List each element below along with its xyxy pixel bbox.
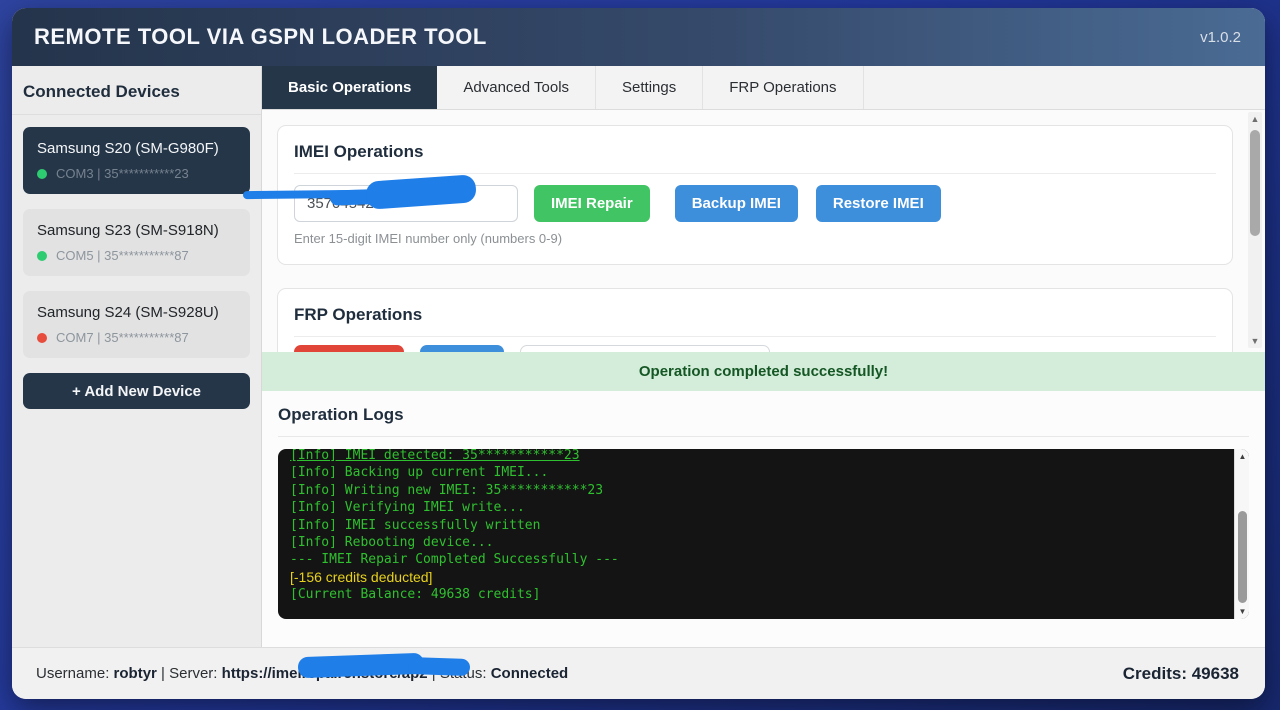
device-detail-text: COM3 | 35***********23	[56, 166, 189, 181]
operation-logs-section: Operation Logs [Info] IMEI detected: 35*…	[262, 391, 1265, 647]
connected-devices-sidebar: Connected Devices Samsung S20 (SM-G980F)…	[12, 66, 262, 647]
log-terminal: [Info] IMEI detected: 35***********23 [I…	[278, 449, 1249, 619]
device-detail-text: COM5 | 35***********87	[56, 248, 189, 263]
scrollbar-thumb[interactable]	[1250, 130, 1260, 236]
credits-value: 49638	[1191, 663, 1239, 683]
scroll-up-arrow-icon[interactable]: ▲	[1235, 452, 1249, 461]
frp-operations-title: FRP Operations	[294, 305, 1216, 337]
tab-advanced-tools[interactable]: Advanced Tools	[437, 66, 597, 109]
backup-imei-button[interactable]: Backup IMEI	[674, 185, 798, 222]
scroll-up-arrow-icon[interactable]: ▲	[1248, 114, 1262, 124]
status-dot-offline	[37, 332, 47, 343]
imei-repair-button[interactable]: IMEI Repair	[534, 185, 650, 222]
frp-input[interactable]	[520, 345, 770, 352]
log-line: [Info] IMEI successfully written	[290, 517, 541, 533]
frp-operations-card: FRP Operations	[277, 288, 1233, 352]
add-new-device-button[interactable]: + Add New Device	[23, 373, 250, 409]
tab-settings[interactable]: Settings	[596, 66, 704, 109]
scroll-down-arrow-icon[interactable]: ▼	[1235, 607, 1249, 616]
device-card-samsung-s23[interactable]: Samsung S23 (SM-S918N) COM5 | 35********…	[23, 209, 250, 276]
status-dot-online	[37, 250, 47, 261]
username-label: Username:	[36, 665, 110, 682]
app-header: REMOTE TOOL VIA GSPN LOADER TOOL v1.0.2	[12, 8, 1265, 66]
tab-frp-operations[interactable]: FRP Operations	[703, 66, 864, 109]
log-line: --- IMEI Repair Completed Successfully -…	[290, 552, 619, 568]
redaction-scribble-server	[297, 652, 425, 679]
app-window: REMOTE TOOL VIA GSPN LOADER TOOL v1.0.2 …	[12, 8, 1265, 699]
credits-display: Credits: 49638	[1123, 664, 1239, 684]
frp-red-button[interactable]	[294, 345, 404, 352]
frp-blue-button[interactable]	[420, 345, 504, 352]
redaction-scribble-server	[407, 656, 471, 677]
device-name: Samsung S23 (SM-S918N)	[37, 222, 219, 239]
terminal-scrollbar[interactable]: ▲ ▼	[1234, 449, 1249, 619]
tabbar: Basic Operations Advanced Tools Settings…	[262, 66, 1265, 110]
log-line-balance: [Current Balance: 49638 credits]	[290, 587, 541, 603]
log-line: [Info] Rebooting device...	[290, 535, 494, 551]
device-card-samsung-s20[interactable]: Samsung S20 (SM-G980F) COM3 | 35********…	[23, 127, 250, 194]
content-scrollbar[interactable]: ▲ ▼	[1248, 112, 1262, 348]
separator: |	[161, 665, 165, 682]
scrollbar-thumb[interactable]	[1238, 511, 1247, 603]
device-card-samsung-s24[interactable]: Samsung S24 (SM-S928U) COM7 | 35********…	[23, 291, 250, 358]
log-line: [Info] Writing new IMEI: 35***********23	[290, 482, 604, 498]
log-line: [Info] Backing up current IMEI...	[290, 465, 549, 481]
log-line: [Info] Verifying IMEI write...	[290, 500, 525, 516]
scroll-down-arrow-icon[interactable]: ▼	[1248, 336, 1262, 346]
log-line-credits-deducted: [-156 credits deducted]	[290, 568, 433, 585]
device-detail-text: COM7 | 35***********87	[56, 330, 189, 345]
sidebar-heading: Connected Devices	[12, 66, 261, 115]
username-value: robtyr	[113, 665, 157, 682]
server-label: Server:	[169, 665, 218, 682]
app-version: v1.0.2	[1200, 28, 1241, 46]
status-bar: Username: robtyr | Server: https://imeir…	[12, 647, 1265, 699]
status-value: Connected	[490, 665, 569, 682]
log-line: [Info] IMEI detected: 35***********23	[290, 449, 580, 463]
success-notification: Operation completed successfully!	[262, 352, 1265, 391]
imei-operations-title: IMEI Operations	[294, 142, 1216, 174]
operation-logs-title: Operation Logs	[278, 405, 1249, 437]
app-title: REMOTE TOOL VIA GSPN LOADER TOOL	[34, 24, 487, 49]
status-dot-online	[37, 168, 47, 179]
tab-basic-operations[interactable]: Basic Operations	[262, 66, 438, 109]
device-name: Samsung S24 (SM-S928U)	[37, 304, 219, 321]
credits-label: Credits:	[1122, 663, 1187, 683]
device-list: Samsung S20 (SM-G980F) COM3 | 35********…	[12, 115, 261, 373]
device-name: Samsung S20 (SM-G980F)	[37, 140, 219, 157]
operations-scroll-region: IMEI Operations IMEI Repair Backup IMEI …	[262, 110, 1265, 352]
imei-helper-text: Enter 15-digit IMEI number only (numbers…	[294, 231, 563, 246]
restore-imei-button[interactable]: Restore IMEI	[815, 185, 941, 222]
